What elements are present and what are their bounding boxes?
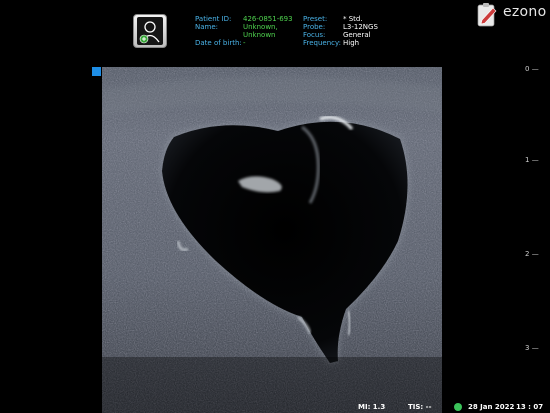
probe-info-values: * Std. L3-12NGS General High: [343, 15, 378, 47]
preset-label: Preset:: [303, 15, 328, 23]
patient-info-values: 426-0851-693 Unknown, Unknown -: [243, 15, 293, 47]
probe-label: Probe:: [303, 23, 326, 31]
depth-tick-3: 3 —: [525, 344, 539, 352]
status-bar: MI: 1.3 TIS: -- 28 Jan 2022 13 : 07: [340, 401, 550, 413]
depth-tick-0: 0 —: [525, 65, 539, 73]
name-value-first: Unknown: [243, 31, 276, 39]
depth-scale: 0 — 1 — 2 — 3 —: [525, 0, 550, 413]
patient-icon: [137, 17, 163, 45]
name-label: Name:: [195, 23, 219, 31]
orientation-marker: [92, 67, 101, 76]
status-light-icon: [454, 403, 462, 411]
patient-button[interactable]: [133, 14, 167, 48]
frequency-value: High: [343, 39, 360, 47]
depth-tick-2: 2 —: [525, 250, 539, 258]
time-readout: 13 : 07: [516, 403, 544, 411]
clipboard-pen-icon: [477, 3, 497, 27]
patient-id-label: Patient ID:: [195, 15, 232, 23]
focus-value: General: [343, 31, 371, 39]
depth-tick-1: 1 —: [525, 156, 539, 164]
tis-readout: TIS: --: [408, 403, 432, 411]
preset-value: * Std.: [343, 15, 363, 23]
patient-id-value: 426-0851-693: [243, 15, 293, 23]
date-readout: 28 Jan 2022: [468, 403, 515, 411]
ultrasound-image[interactable]: [102, 67, 442, 413]
probe-value: L3-12NGS: [343, 23, 378, 31]
dob-value: -: [243, 39, 246, 47]
name-value-last: Unknown,: [243, 23, 278, 31]
dob-label: Date of birth:: [195, 39, 242, 47]
mi-readout: MI: 1.3: [358, 403, 386, 411]
frequency-label: Frequency:: [303, 39, 342, 47]
name-label-2: [195, 31, 242, 39]
focus-label: Focus:: [303, 31, 326, 39]
patient-info-labels: Patient ID: Name: Date of birth:: [195, 15, 242, 47]
probe-info-labels: Preset: Probe: Focus: Frequency:: [303, 15, 341, 47]
